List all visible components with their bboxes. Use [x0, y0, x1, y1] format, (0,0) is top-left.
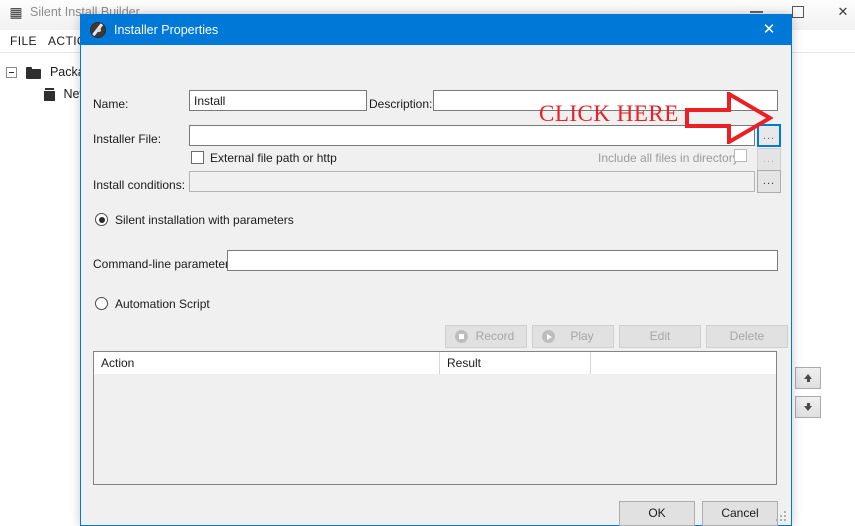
actions-grid-header: Action Result [94, 352, 776, 375]
column-header-action[interactable]: Action [94, 352, 439, 374]
edit-button: Edit [619, 325, 701, 348]
folder-icon [26, 66, 42, 79]
installer-item-icon [44, 88, 55, 102]
installer-file-label: Installer File: [93, 132, 162, 146]
play-button-label: Play [570, 329, 594, 343]
name-input[interactable] [189, 90, 367, 111]
arrow-up-icon [804, 374, 812, 382]
radio-automation-script[interactable] [95, 297, 108, 310]
menu-file[interactable]: FILE [10, 33, 37, 49]
record-button: Record [445, 325, 527, 348]
delete-button: Delete [706, 325, 788, 348]
install-conditions-label: Install conditions: [93, 178, 186, 192]
include-all-files-checkbox[interactable] [734, 149, 747, 162]
play-icon [542, 330, 555, 343]
resize-grip[interactable] [776, 511, 787, 522]
maximize-icon [792, 6, 804, 18]
close-button[interactable]: ✕ [826, 0, 855, 24]
install-conditions-input[interactable] [189, 171, 755, 192]
minimize-icon [750, 11, 763, 13]
browse-include-directory-button: ... [757, 148, 781, 171]
screen: ▦ Silent Install Builder ✕ FILE ACTIONS … [0, 0, 855, 526]
move-down-button[interactable] [795, 396, 821, 418]
name-label: Name: [93, 97, 129, 111]
move-up-button[interactable] [795, 367, 821, 389]
command-line-parameters-input[interactable] [227, 250, 778, 271]
browse-install-conditions-button[interactable]: ... [757, 170, 781, 193]
installer-properties-dialog: Installer Properties ✕ Name: Description… [80, 14, 792, 526]
cancel-button[interactable]: Cancel [702, 501, 778, 526]
record-icon [455, 330, 468, 343]
ok-button[interactable]: OK [619, 501, 695, 526]
arrow-down-icon [804, 403, 812, 411]
dialog-titlebar: Installer Properties ✕ [81, 15, 791, 45]
external-path-label: External file path or http [210, 151, 337, 165]
radio-silent-installation-label: Silent installation with parameters [115, 213, 294, 227]
description-label: Description: [369, 97, 433, 111]
installer-disc-icon [90, 22, 106, 38]
click-here-annotation: CLICK HERE [539, 101, 679, 126]
play-button: Play [532, 325, 614, 348]
collapse-icon[interactable] [6, 67, 17, 79]
command-line-parameters-label: Command-line parameters: [93, 257, 239, 271]
right-arrow-icon [685, 92, 773, 144]
column-header-extra[interactable] [591, 352, 776, 374]
dialog-close-button[interactable]: ✕ [747, 15, 791, 45]
actions-grid[interactable]: Action Result [93, 351, 777, 485]
radio-silent-installation[interactable] [95, 213, 108, 226]
installer-file-input[interactable] [189, 125, 755, 146]
package-icon: ▦ [9, 4, 23, 20]
column-header-result[interactable]: Result [440, 352, 590, 374]
radio-automation-script-label: Automation Script [115, 297, 210, 311]
dialog-title: Installer Properties [114, 23, 219, 37]
include-all-files-label: Include all files in directory [598, 151, 739, 165]
actions-grid-body[interactable] [94, 374, 776, 484]
external-path-checkbox[interactable] [191, 151, 204, 164]
